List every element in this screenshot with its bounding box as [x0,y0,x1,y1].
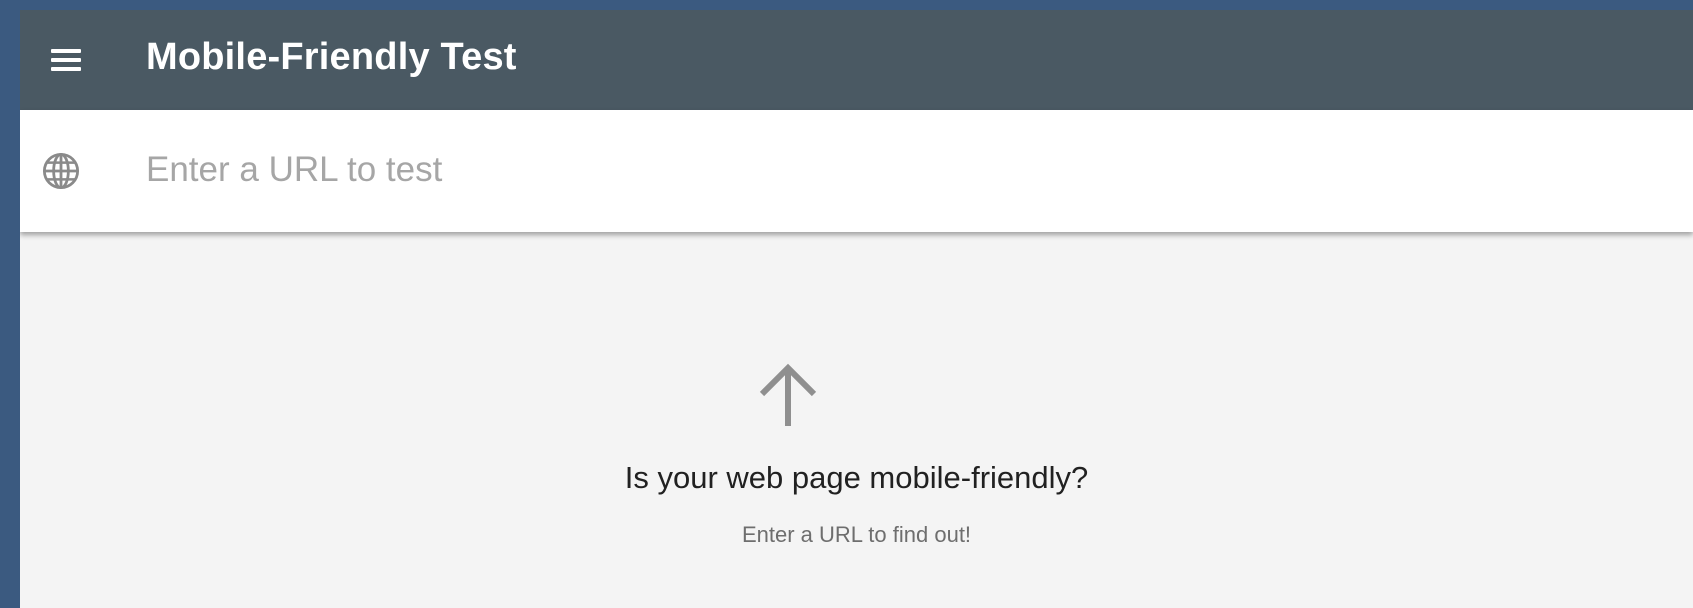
main-content: Is your web page mobile-friendly? Enter … [20,232,1693,608]
app-title: Mobile-Friendly Test [146,36,517,78]
menu-button[interactable] [42,10,90,110]
app-header: Mobile-Friendly Test [20,10,1693,110]
prompt-subline: Enter a URL to find out! [741,522,972,547]
arrow-up-icon [759,363,817,426]
url-input[interactable] [146,140,1546,200]
app-frame: Mobile-Friendly Test Is your web page mo… [0,0,1693,608]
prompt-headline: Is your web page mobile-friendly? [624,460,1089,495]
url-search-bar [20,110,1693,232]
globe-icon [42,152,80,190]
hamburger-menu-icon [51,49,81,71]
